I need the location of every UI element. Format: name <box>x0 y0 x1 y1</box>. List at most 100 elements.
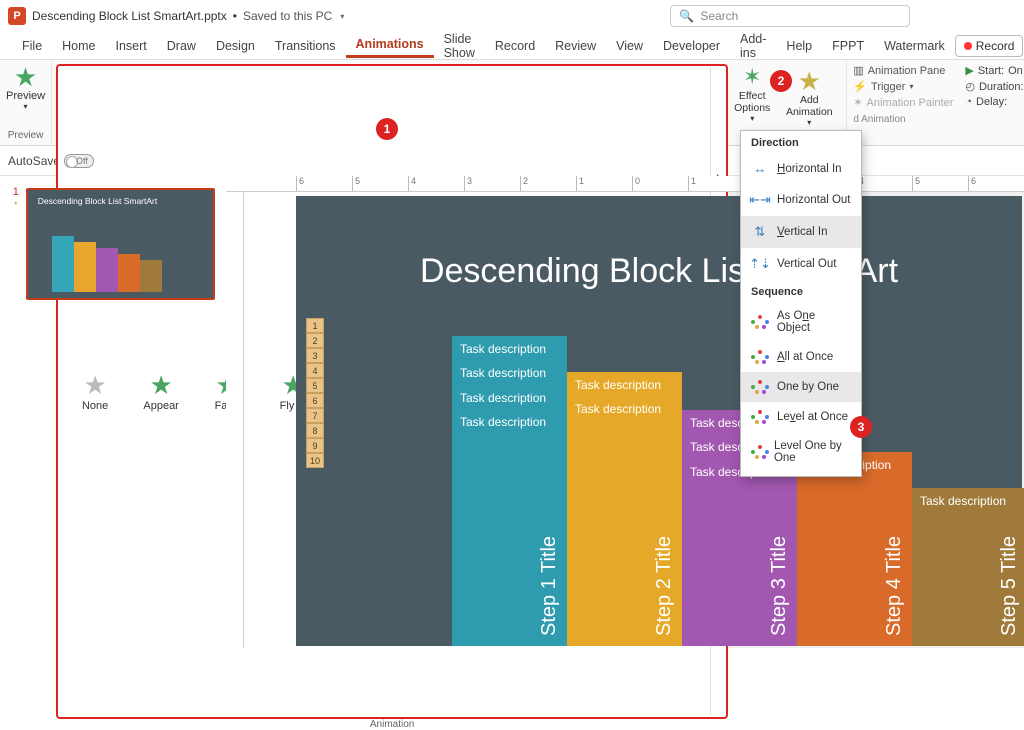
clock-icon: ◔ <box>965 96 972 108</box>
tab-file[interactable]: File <box>12 35 52 57</box>
play-icon: ▶ <box>965 64 973 77</box>
direction-option[interactable]: ⇤⇥Horizontal Out <box>741 184 861 216</box>
preview-star-icon: ★ <box>14 64 37 90</box>
file-name: Descending Block List SmartArt.pptx <box>32 9 227 23</box>
animation-order-tags[interactable]: 12345678910 <box>306 318 324 468</box>
tab-slide-show[interactable]: Slide Show <box>434 28 485 64</box>
star-icon: ★ <box>83 372 106 398</box>
horizontal-ruler: 6543210123456 <box>226 176 1024 192</box>
start-dropdown[interactable]: ▶Start: On <box>965 64 1023 77</box>
direction-icon: ⇅ <box>751 224 769 240</box>
anim-tag[interactable]: 3 <box>306 348 324 363</box>
sequence-icon <box>751 380 769 394</box>
add-animation-icon: ★ <box>798 68 821 94</box>
smartart-block-2[interactable]: Step 2 TitleTask descriptionTask descrip… <box>567 372 682 646</box>
anim-tag[interactable]: 2 <box>306 333 324 348</box>
autosave-toggle[interactable]: AutoSave Off <box>8 154 88 168</box>
tab-animations[interactable]: Animations <box>346 33 434 58</box>
direction-icon: ↔ <box>751 161 769 176</box>
ribbon: ★ Preview ▾ Preview ★None★Appear★Fade★Fl… <box>0 60 1024 146</box>
slide-number: 1 <box>13 186 19 198</box>
trigger-icon: ⚡ <box>853 80 867 93</box>
tab-review[interactable]: Review <box>545 35 606 57</box>
animation-painter-button: ✶Animation Painter <box>853 96 953 109</box>
tab-draw[interactable]: Draw <box>157 35 206 57</box>
slide[interactable]: Descending Block List SmartArt Step 1 Ti… <box>296 196 1022 646</box>
record-dot-icon <box>964 42 972 50</box>
chevron-down-icon[interactable]: ▾ <box>340 12 344 21</box>
tab-help[interactable]: Help <box>776 35 822 57</box>
sequence-option[interactable]: Level One by One <box>741 432 861 472</box>
title-bar: P Descending Block List SmartArt.pptx • … <box>0 0 1024 32</box>
animation-pane-button[interactable]: ▥Animation Pane <box>853 64 953 77</box>
callout-3: 3 <box>850 416 872 438</box>
block-title: Step 1 Title <box>538 346 561 636</box>
preview-group: ★ Preview ▾ Preview <box>0 60 52 145</box>
tab-insert[interactable]: Insert <box>106 35 157 57</box>
sequence-icon <box>751 445 766 459</box>
search-input[interactable]: 🔍 Search <box>670 5 910 27</box>
tab-add-ins[interactable]: Add-ins <box>730 28 776 64</box>
smartart-block-4[interactable]: Step 4 TitleTask description <box>797 452 912 646</box>
sequence-option[interactable]: All at Once <box>741 342 861 372</box>
direction-option[interactable]: ⇡⇣Vertical Out <box>741 248 861 280</box>
trigger-button[interactable]: ⚡Trigger▾ <box>853 80 953 93</box>
anim-tag[interactable]: 1 <box>306 318 324 333</box>
animation-indicator-icon: ⋆ <box>13 198 19 209</box>
advanced-animation-group: ▥Animation Pane ⚡Trigger▾ ✶Animation Pai… <box>847 60 959 145</box>
slide-title[interactable]: Descending Block List SmartArt <box>296 252 1022 291</box>
tab-watermark[interactable]: Watermark <box>874 35 955 57</box>
save-status[interactable]: Saved to this PC <box>243 9 332 23</box>
direction-icon: ⇡⇣ <box>751 256 769 272</box>
sequence-option[interactable]: As One Object <box>741 302 861 342</box>
effect-options-dropdown: Direction ↔Horizontal In⇤⇥Horizontal Out… <box>740 130 862 477</box>
painter-icon: ✶ <box>853 96 862 109</box>
callout-1: 1 <box>376 118 398 140</box>
powerpoint-icon: P <box>8 7 26 25</box>
effect-options-icon: ✶ <box>743 64 761 90</box>
tab-design[interactable]: Design <box>206 35 265 57</box>
sequence-icon <box>751 315 769 329</box>
sequence-icon <box>751 350 769 364</box>
search-icon: 🔍 <box>679 9 694 23</box>
anim-tag[interactable]: 4 <box>306 363 324 378</box>
direction-section-label: Direction <box>741 131 861 153</box>
tab-record[interactable]: Record <box>485 35 545 57</box>
anim-tag[interactable]: 10 <box>306 453 324 468</box>
preview-button[interactable]: ★ Preview ▾ <box>6 64 45 111</box>
chevron-down-icon: ▾ <box>750 114 754 123</box>
sequence-option[interactable]: One by One <box>741 372 861 402</box>
anim-tag[interactable]: 9 <box>306 438 324 453</box>
animation-appear[interactable]: ★Appear <box>128 358 194 426</box>
block-title: Step 2 Title <box>653 382 676 636</box>
animation-none[interactable]: ★None <box>62 358 128 426</box>
direction-option[interactable]: ⇅Vertical In <box>741 216 861 248</box>
anim-tag[interactable]: 6 <box>306 393 324 408</box>
tab-developer[interactable]: Developer <box>653 35 730 57</box>
slide-thumbnail[interactable]: Descending Block List SmartArt <box>26 188 215 300</box>
direction-option[interactable]: ↔Horizontal In <box>741 153 861 184</box>
clock-icon: ◴ <box>965 80 975 93</box>
smartart-block-5[interactable]: Step 5 TitleTask description <box>912 488 1024 646</box>
anim-tag[interactable]: 7 <box>306 408 324 423</box>
timing-group: ▶Start: On ◴Duration: ◔Delay: <box>959 60 1024 145</box>
search-placeholder: Search <box>700 9 738 23</box>
pane-icon: ▥ <box>853 64 863 77</box>
smartart-block-1[interactable]: Step 1 TitleTask descriptionTask descrip… <box>452 336 567 646</box>
smartart-blocks[interactable]: Step 1 TitleTask descriptionTask descrip… <box>452 336 1024 646</box>
duration-field[interactable]: ◴Duration: <box>965 80 1023 93</box>
block-title: Step 4 Title <box>883 462 906 636</box>
record-button[interactable]: Record <box>955 35 1024 57</box>
sequence-option[interactable]: Level at Once <box>741 402 861 432</box>
slide-canvas-area[interactable]: 6543210123456 Descending Block List Smar… <box>226 176 1024 648</box>
tab-transitions[interactable]: Transitions <box>265 35 346 57</box>
tab-home[interactable]: Home <box>52 35 105 57</box>
tab-view[interactable]: View <box>606 35 653 57</box>
delay-field[interactable]: ◔Delay: <box>965 96 1023 108</box>
callout-2: 2 <box>770 70 792 92</box>
anim-tag[interactable]: 5 <box>306 378 324 393</box>
sequence-icon <box>751 410 769 424</box>
anim-tag[interactable]: 8 <box>306 423 324 438</box>
direction-icon: ⇤⇥ <box>751 192 769 208</box>
tab-fppt[interactable]: FPPT <box>822 35 874 57</box>
